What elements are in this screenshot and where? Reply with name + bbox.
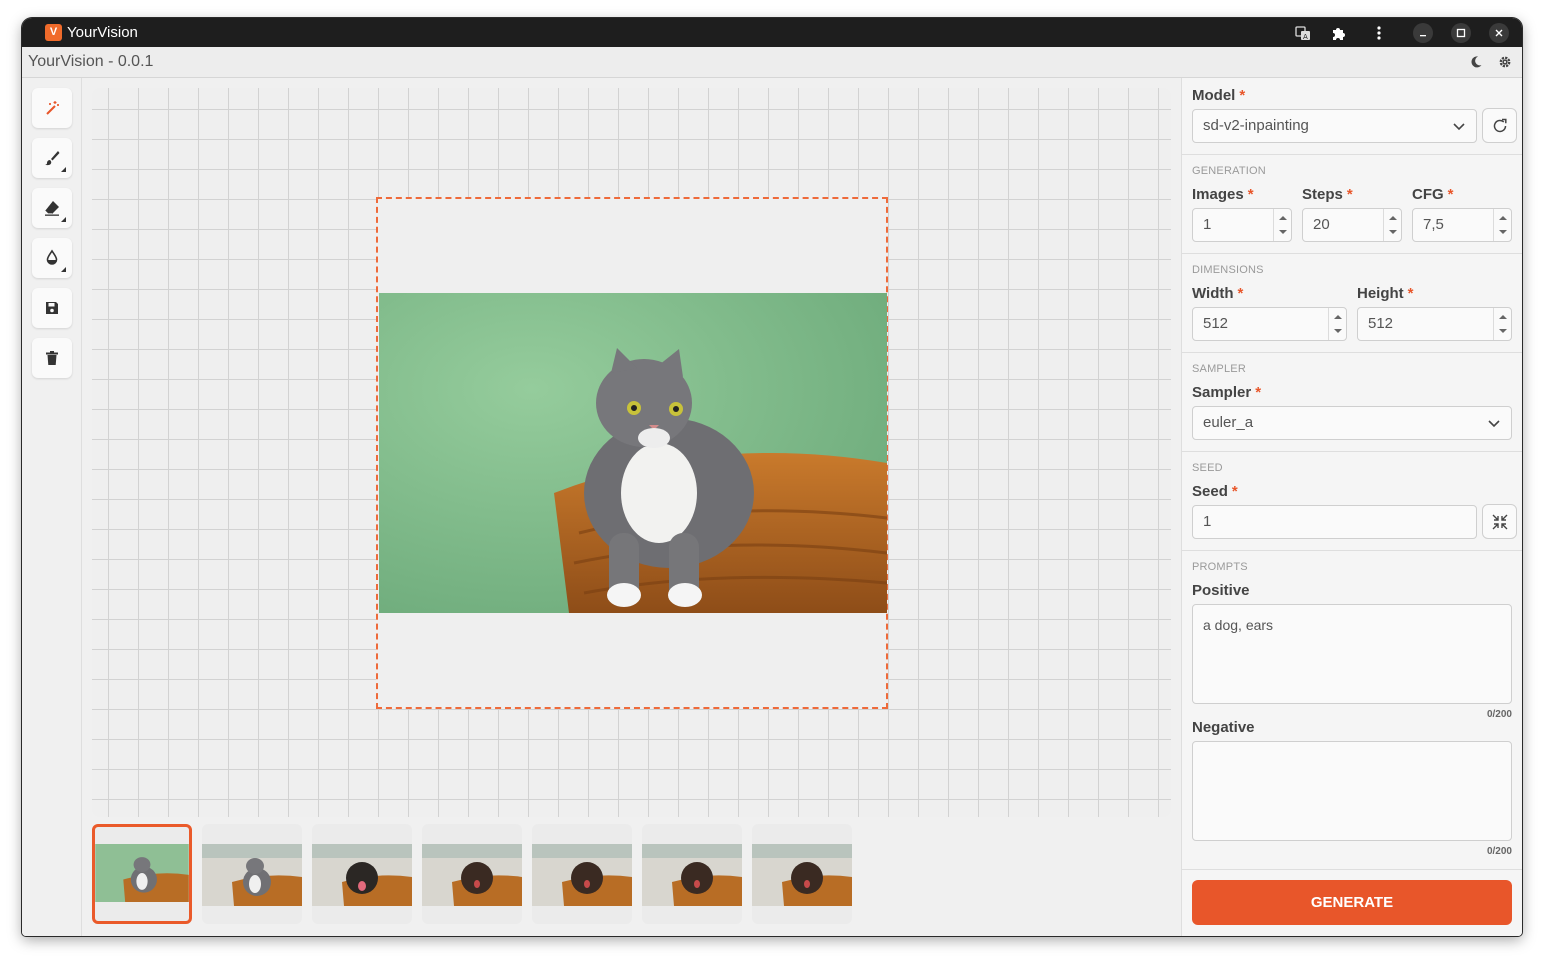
height-input[interactable]: 512 — [1357, 307, 1512, 341]
prompts-heading: PROMPTS — [1192, 561, 1248, 573]
close-icon — [1495, 29, 1503, 37]
seed-label: Seed * — [1192, 483, 1238, 500]
generation-frame[interactable] — [376, 197, 888, 709]
model-label: Model * — [1192, 87, 1246, 104]
cfg-stepper[interactable] — [1493, 209, 1511, 241]
save-tool-button[interactable] — [32, 288, 72, 328]
translate-icon[interactable]: A — [1294, 24, 1312, 42]
shrink-arrows-icon — [1492, 514, 1507, 529]
images-label: Images * — [1192, 186, 1254, 203]
canvas-image-cat — [379, 293, 887, 613]
minimize-icon — [1420, 35, 1426, 37]
height-stepper[interactable] — [1493, 308, 1511, 340]
maximize-button[interactable] — [1451, 23, 1471, 43]
window-title: YourVision — [67, 24, 138, 41]
steps-stepper[interactable] — [1383, 209, 1401, 241]
fill-drop-icon — [46, 249, 58, 265]
history-thumbnail[interactable] — [532, 824, 632, 924]
app-logo-icon: V — [45, 24, 62, 41]
width-label: Width * — [1192, 285, 1244, 302]
positive-prompt-counter: 0/200 — [1486, 709, 1512, 720]
app-header: YourVision - 0.0.1 — [22, 47, 1522, 78]
window-titlebar[interactable]: V YourVision A — [22, 18, 1522, 47]
tool-sidebar — [22, 78, 82, 936]
images-input[interactable]: 1 — [1192, 208, 1292, 242]
width-stepper[interactable] — [1328, 308, 1346, 340]
brush-tool-button[interactable] — [32, 138, 72, 178]
refresh-models-button[interactable] — [1482, 108, 1517, 143]
model-select[interactable]: sd-v2-inpainting — [1192, 109, 1477, 143]
history-thumbnail[interactable] — [642, 824, 742, 924]
eraser-icon — [44, 201, 59, 216]
magic-wand-icon — [46, 101, 59, 115]
images-stepper[interactable] — [1273, 209, 1291, 241]
refresh-icon — [1493, 118, 1507, 132]
sampler-select[interactable]: euler_a — [1192, 406, 1512, 440]
positive-prompt-label: Positive — [1192, 582, 1250, 599]
save-icon — [46, 302, 58, 314]
seed-heading: SEED — [1192, 462, 1223, 474]
brush-icon — [45, 151, 60, 166]
steps-label: Steps * — [1302, 186, 1353, 203]
minimize-button[interactable] — [1413, 23, 1433, 43]
close-button[interactable] — [1489, 23, 1509, 43]
height-label: Height * — [1357, 285, 1414, 302]
delete-tool-button[interactable] — [32, 338, 72, 378]
cfg-input[interactable]: 7,5 — [1412, 208, 1512, 242]
svg-text:A: A — [1303, 33, 1308, 41]
history-thumbnail[interactable] — [752, 824, 852, 924]
app-title: YourVision - 0.0.1 — [28, 53, 154, 70]
trash-icon — [46, 351, 58, 365]
extension-puzzle-icon[interactable] — [1330, 24, 1348, 42]
magic-wand-tool-button[interactable] — [32, 88, 72, 128]
sampler-heading: SAMPLER — [1192, 363, 1246, 375]
history-thumbnail[interactable] — [202, 824, 302, 924]
kebab-menu-icon[interactable] — [1370, 24, 1388, 42]
history-thumbnail[interactable] — [422, 824, 522, 924]
dark-mode-moon-icon[interactable] — [1468, 54, 1484, 70]
positive-prompt-textarea[interactable]: a dog, ears — [1192, 604, 1512, 704]
eraser-tool-button[interactable] — [32, 188, 72, 228]
cfg-label: CFG * — [1412, 186, 1454, 203]
fill-drop-tool-button[interactable] — [32, 238, 72, 278]
chevron-down-icon — [1488, 420, 1500, 428]
generation-heading: GENERATION — [1192, 165, 1266, 177]
chevron-down-icon — [1453, 123, 1465, 131]
settings-panel: Model * sd-v2-inpainting GENERATION Image… — [1181, 78, 1522, 936]
settings-gear-icon[interactable] — [1497, 54, 1513, 70]
steps-input[interactable]: 20 — [1302, 208, 1402, 242]
history-thumbnail[interactable] — [312, 824, 412, 924]
sampler-label: Sampler * — [1192, 384, 1262, 401]
negative-prompt-label: Negative — [1192, 719, 1255, 736]
generate-button[interactable]: GENERATE — [1192, 880, 1512, 925]
maximize-icon — [1456, 28, 1466, 38]
width-input[interactable]: 512 — [1192, 307, 1347, 341]
canvas-stage[interactable] — [92, 88, 1171, 817]
randomize-seed-button[interactable] — [1482, 504, 1517, 539]
negative-prompt-textarea[interactable] — [1192, 741, 1512, 841]
app-window: V YourVision A YourVision - 0.0.1 Model … — [22, 18, 1522, 936]
seed-input[interactable]: 1 — [1192, 505, 1477, 539]
negative-prompt-counter: 0/200 — [1486, 846, 1512, 857]
dimensions-heading: DIMENSIONS — [1192, 264, 1264, 276]
history-thumbnail[interactable] — [92, 824, 192, 924]
